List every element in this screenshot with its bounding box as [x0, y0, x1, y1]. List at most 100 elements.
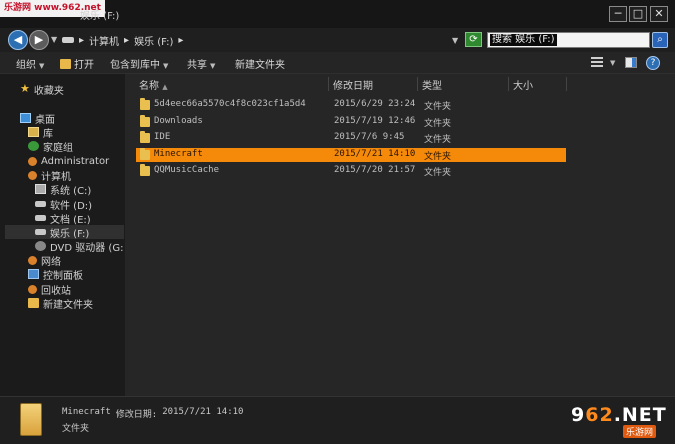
- breadcrumb-drive-f[interactable]: 娱乐 (F:): [134, 33, 173, 48]
- sidebar-item-homegroup[interactable]: 家庭组: [28, 139, 73, 154]
- chevron-down-icon: ▼: [39, 62, 45, 70]
- forward-button[interactable]: ▶: [29, 30, 49, 50]
- file-type: 文件夹: [424, 102, 452, 112]
- file-row[interactable]: QQMusicCache 2015/7/20 21:57 文件夹: [136, 164, 566, 178]
- folder-icon: [140, 115, 150, 127]
- sidebar-item-desktop[interactable]: 桌面: [20, 111, 55, 126]
- sidebar-item-label: 家庭组: [43, 142, 73, 154]
- new-folder-label: 新建文件夹: [235, 60, 285, 71]
- drive-icon: [62, 37, 74, 43]
- back-button[interactable]: ◀: [8, 30, 28, 50]
- sidebar-item-label: 软件 (D:): [50, 200, 93, 212]
- close-button[interactable]: ✕: [650, 6, 668, 22]
- column-divider[interactable]: [328, 77, 329, 91]
- file-name: Downloads: [154, 116, 203, 126]
- include-in-library-button[interactable]: 包含到库中 ▼: [110, 56, 168, 71]
- library-icon: [28, 127, 39, 137]
- sidebar-item-drive-g[interactable]: DVD 驱动器 (G:: [35, 239, 124, 254]
- window-title: 娱乐 (F:): [80, 11, 120, 22]
- logo-subtitle: 乐游网: [623, 425, 657, 438]
- sidebar-item-drive-c[interactable]: 系统 (C:): [35, 182, 92, 197]
- file-modified: 2015/6/29 23:24: [334, 99, 416, 109]
- homegroup-icon: [28, 141, 39, 151]
- sidebar-item-label: 库: [43, 128, 53, 140]
- sidebar-item-new-folder[interactable]: 新建文件夹: [28, 296, 93, 311]
- search-icon[interactable]: ⌕: [652, 32, 668, 48]
- breadcrumb-separator: ▸: [79, 34, 85, 46]
- folder-icon: [140, 164, 150, 176]
- recycle-bin-icon: [28, 284, 37, 294]
- sidebar-item-network[interactable]: 网络: [28, 253, 61, 268]
- file-row[interactable]: IDE 2015/7/6 9:45 文件夹: [136, 131, 566, 145]
- address-bar: ◀ ▶ ▼ ▸ 计算机 ▸ 娱乐 (F:) ▸ ▼ ⟳ 搜索 娱乐 (F:) ⌕: [0, 28, 675, 52]
- file-row[interactable]: Downloads 2015/7/19 12:46 文件夹: [136, 115, 566, 129]
- user-icon: [28, 156, 37, 166]
- change-view-icon[interactable]: [591, 57, 603, 68]
- sidebar-item-computer[interactable]: 计算机: [28, 168, 71, 183]
- refresh-button[interactable]: ⟳: [465, 32, 482, 47]
- sidebar-item-label: 新建文件夹: [43, 299, 93, 311]
- sidebar-item-drive-d[interactable]: 软件 (D:): [35, 197, 93, 212]
- sidebar-item-recycle-bin[interactable]: 回收站: [28, 282, 71, 297]
- sidebar-item-administrator[interactable]: Administrator: [28, 154, 109, 168]
- new-folder-button[interactable]: 新建文件夹: [235, 56, 285, 71]
- file-type: 文件夹: [424, 119, 452, 129]
- file-row[interactable]: 5d4eec66a5570c4f8c023cf1a5d4 2015/6/29 2…: [136, 98, 566, 112]
- sidebar-item-label: 网络: [41, 256, 61, 268]
- sidebar-item-label: 娱乐 (F:): [50, 228, 90, 240]
- breadcrumb[interactable]: ▸ 计算机 ▸ 娱乐 (F:) ▸: [62, 32, 462, 48]
- view-options-chevron-icon[interactable]: ▼: [607, 57, 615, 68]
- sidebar-item-label: 回收站: [41, 285, 71, 297]
- computer-icon: [28, 170, 37, 180]
- recent-pages-chevron-icon[interactable]: ▼: [51, 35, 57, 44]
- organize-button[interactable]: 组织 ▼: [16, 56, 44, 71]
- sidebar-item-drive-e[interactable]: 文档 (E:): [35, 211, 91, 226]
- file-type: 文件夹: [424, 135, 452, 145]
- file-row-selected[interactable]: Minecraft 2015/7/21 14:10 文件夹: [136, 148, 566, 162]
- address-history-chevron-icon[interactable]: ▼: [452, 36, 458, 45]
- column-divider[interactable]: [508, 77, 509, 91]
- sidebar-item-label: 系统 (C:): [50, 185, 92, 197]
- sidebar-item-label: 桌面: [35, 114, 55, 126]
- title-bar: 乐游网 www.962.net 娱乐 (F:) ─ □ ✕: [0, 0, 675, 28]
- maximize-button[interactable]: □: [629, 6, 647, 22]
- column-label: 名称: [139, 81, 159, 92]
- sidebar-item-favorites[interactable]: ★ 收藏夹: [20, 82, 64, 97]
- sidebar-item-label: DVD 驱动器 (G:: [50, 242, 124, 254]
- breadcrumb-separator: ▸: [178, 34, 184, 46]
- details-pane: Minecraft 修改日期: 2015/7/21 14:10 文件夹 962.…: [0, 396, 675, 444]
- network-icon: [28, 255, 37, 265]
- minimize-button[interactable]: ─: [609, 6, 627, 22]
- sidebar-item-drive-f[interactable]: 娱乐 (F:): [5, 225, 124, 240]
- open-button[interactable]: 打开: [60, 56, 94, 71]
- share-button[interactable]: 共享 ▼: [187, 56, 215, 71]
- search-input[interactable]: 搜索 娱乐 (F:): [487, 32, 650, 48]
- column-header-type[interactable]: 类型: [422, 77, 442, 92]
- command-bar: 组织 ▼ 打开 包含到库中 ▼ 共享 ▼ 新建文件夹 ▼ ?: [0, 52, 675, 74]
- column-header-name[interactable]: 名称 ▲: [139, 77, 168, 92]
- drive-icon: [35, 229, 46, 235]
- column-header-size[interactable]: 大小: [513, 77, 533, 92]
- desktop-icon: [20, 113, 31, 123]
- file-name: Minecraft: [154, 149, 203, 159]
- sidebar-item-control-panel[interactable]: 控制面板: [28, 267, 83, 282]
- help-icon[interactable]: ?: [646, 56, 660, 70]
- breadcrumb-separator: ▸: [124, 34, 130, 46]
- sidebar-item-label: Administrator: [41, 155, 110, 167]
- file-modified: 2015/7/20 21:57: [334, 165, 416, 175]
- file-list: 名称 ▲ 修改日期 类型 大小 5d4eec66a5570c4f8c023cf1…: [125, 74, 675, 396]
- column-header-modified[interactable]: 修改日期: [333, 77, 373, 92]
- open-label: 打开: [74, 60, 94, 71]
- file-type: 文件夹: [424, 168, 452, 178]
- folder-icon: [140, 98, 150, 110]
- details-summary: Minecraft 修改日期: 2015/7/21 14:10: [62, 407, 243, 420]
- column-divider[interactable]: [566, 77, 567, 91]
- folder-icon: [20, 403, 42, 436]
- column-divider[interactable]: [417, 77, 418, 91]
- preview-pane-icon[interactable]: [625, 57, 637, 68]
- sidebar-item-label: 计算机: [41, 171, 71, 183]
- breadcrumb-computer[interactable]: 计算机: [89, 33, 119, 48]
- file-modified: 2015/7/6 9:45: [334, 132, 405, 142]
- drive-icon: [35, 201, 46, 207]
- sidebar-item-library[interactable]: 库: [28, 125, 53, 140]
